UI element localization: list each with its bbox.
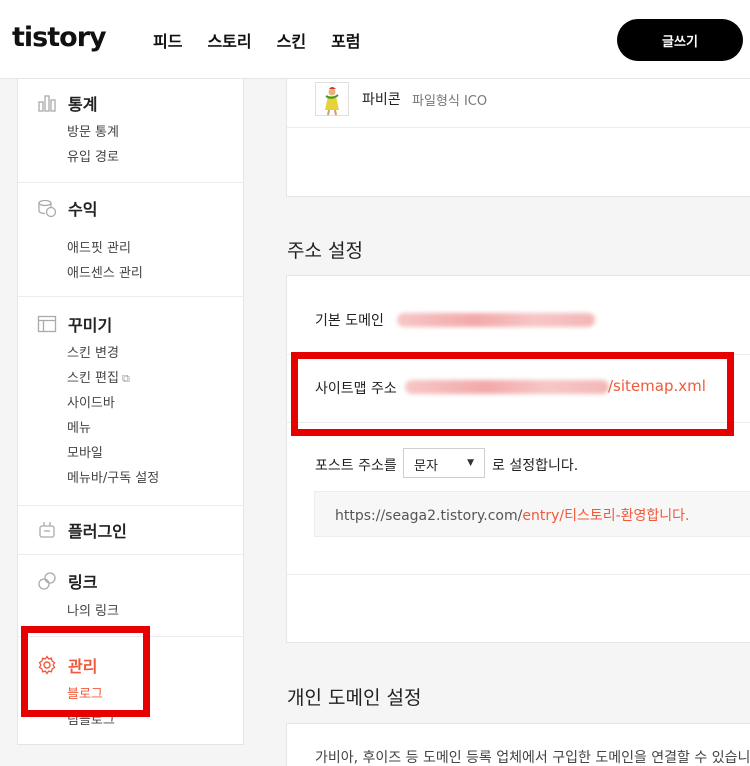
sidebar-head-decorate[interactable]: 꾸미기	[37, 312, 112, 336]
nav-story[interactable]: 스토리	[207, 28, 251, 52]
sidebar-title-decorate: 꾸미기	[68, 316, 113, 335]
sidebar-title-plugin: 플러그인	[68, 522, 127, 541]
layout-icon	[37, 315, 57, 333]
example-url-entry: entry/	[522, 508, 565, 524]
sidebar-head-plugin[interactable]: 플러그인	[37, 518, 127, 542]
favicon-image	[325, 87, 339, 116]
post-address-select[interactable]: 문자 ▼	[403, 448, 485, 478]
base-domain-label: 기본 도메인	[315, 313, 384, 329]
sidebar-item-inflow[interactable]: 유입 경로	[67, 146, 119, 165]
top-nav: 피드 스토리 스킨 포럼	[153, 28, 386, 52]
plug-icon	[39, 522, 55, 538]
caret-down-icon: ▼	[467, 458, 474, 468]
favicon-format: 파일형식 ICO	[412, 94, 488, 109]
post-address-label: 포스트 주소를	[315, 458, 397, 474]
favicon-label: 파비콘	[362, 92, 401, 108]
example-url-base: https://seaga2.tistory.com/	[335, 508, 523, 524]
sidebar-item-skin-edit[interactable]: 스킨 편집 ⧉	[67, 367, 130, 386]
sidebar-item-sidebar[interactable]: 사이드바	[67, 392, 115, 411]
sidebar-title-revenue: 수익	[68, 200, 98, 219]
sidebar-section-stats: 통계 방문 통계 유입 경로	[18, 79, 243, 183]
link-icon	[38, 572, 56, 590]
nav-feed[interactable]: 피드	[153, 28, 182, 52]
tistory-logo[interactable]: tistory	[12, 22, 107, 53]
sidebar-item-skin-edit-label: 스킨 편집	[67, 371, 119, 386]
sidebar-section-decorate: 꾸미기 스킨 변경 스킨 편집 ⧉ 사이드바 메뉴 모바일 메뉴바/구독 설정	[18, 297, 243, 506]
divider	[287, 574, 750, 575]
favicon-thumbnail[interactable]	[315, 82, 349, 116]
external-link-icon: ⧉	[121, 372, 130, 385]
nav-forum[interactable]: 포럼	[331, 28, 360, 52]
sidebar-item-menu[interactable]: 메뉴	[67, 417, 91, 436]
sidebar-section-plugin: 플러그인	[18, 506, 243, 555]
sidebar-section-link: 링크 나의 링크	[18, 555, 243, 637]
post-address-select-value: 문자	[414, 459, 438, 474]
custom-domain-heading: 개인 도메인 설정	[287, 687, 422, 709]
coins-icon	[38, 199, 57, 218]
sidebar-item-adfit[interactable]: 애드핏 관리	[67, 237, 131, 256]
custom-domain-desc: 가비아, 후이즈 등 도메인 등록 업체에서 구입한 도메인을 연결할 수 있습…	[315, 750, 750, 766]
post-url-example: https://seaga2.tistory.com/entry/티스토리-환영…	[314, 491, 750, 537]
sidebar-item-menubar[interactable]: 메뉴바/구독 설정	[67, 467, 159, 486]
bar-chart-icon	[38, 95, 56, 112]
address-settings-card: 기본 도메인 사이트맵 주소 /sitemap.xml 포스트 주소를 문자 ▼…	[286, 275, 750, 643]
write-button[interactable]: 글쓰기	[617, 19, 743, 61]
sidebar-head-stats[interactable]: 통계	[37, 91, 97, 115]
sidebar-item-adsense[interactable]: 애드센스 관리	[67, 262, 143, 281]
top-header: tistory 피드 스토리 스킨 포럼 글쓰기	[0, 0, 750, 79]
sidebar-head-revenue[interactable]: 수익	[37, 196, 97, 220]
sidebar-item-mobile[interactable]: 모바일	[67, 442, 103, 461]
favicon-card: 파비콘 파일형식 ICO	[286, 79, 750, 197]
post-address-suffix: 로 설정합니다.	[492, 458, 579, 474]
base-domain-blurred	[397, 313, 595, 327]
sidebar-item-visit-stats[interactable]: 방문 통계	[67, 121, 119, 140]
sidebar-item-skin-change[interactable]: 스킨 변경	[67, 342, 119, 361]
sidebar-section-revenue: 수익 애드핏 관리 애드센스 관리	[18, 183, 243, 297]
custom-domain-card: 가비아, 후이즈 등 도메인 등록 업체에서 구입한 도메인을 연결할 수 있습…	[286, 723, 750, 766]
sidebar-title-link: 링크	[68, 573, 98, 592]
divider	[287, 127, 750, 128]
address-settings-heading: 주소 설정	[287, 240, 363, 262]
highlight-box-sitemap	[291, 352, 734, 436]
sidebar-item-my-link[interactable]: 나의 링크	[67, 600, 119, 619]
highlight-box-manage	[21, 626, 150, 717]
sidebar-title-stats: 통계	[68, 95, 98, 114]
nav-skin[interactable]: 스킨	[277, 28, 306, 52]
sidebar-head-link[interactable]: 링크	[37, 569, 97, 593]
example-url-slug: 티스토리-환영합니다.	[564, 508, 690, 524]
